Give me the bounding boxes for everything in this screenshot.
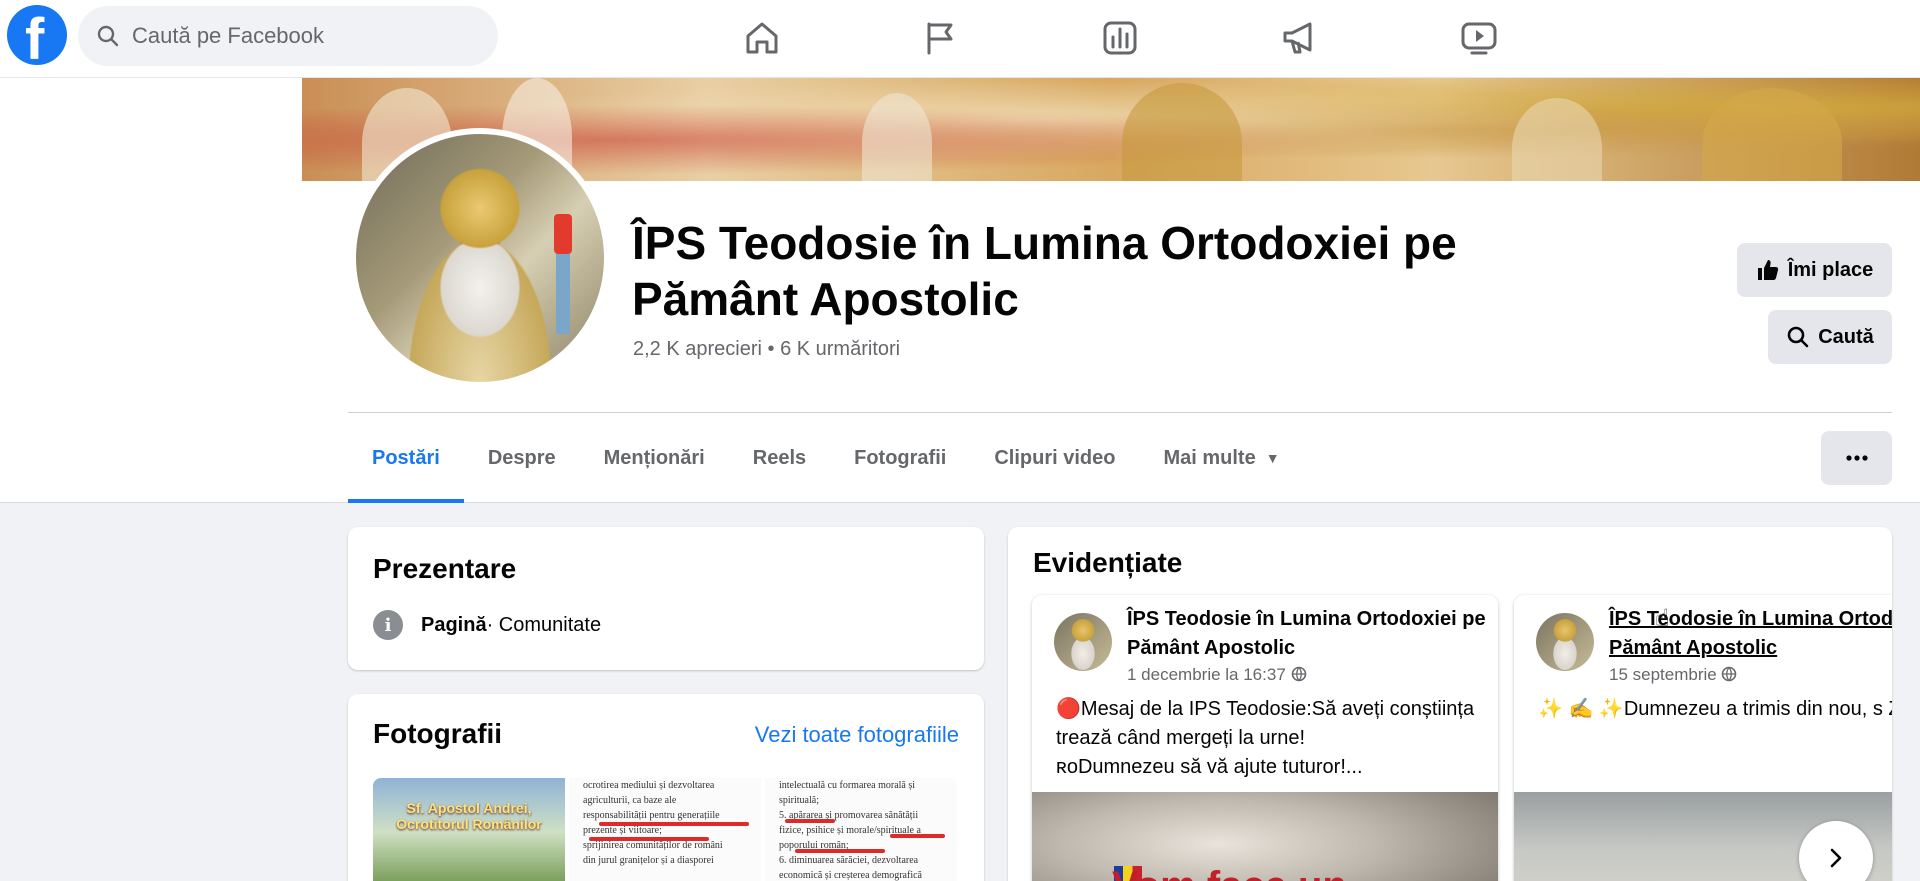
chevron-right-icon bbox=[1830, 848, 1842, 868]
photo-thumbnail[interactable]: Sf. Apostol Andrei, Ocrotitorul Românilo… bbox=[373, 778, 565, 881]
flag-icon[interactable] bbox=[885, 10, 995, 66]
megaphone-icon[interactable] bbox=[1245, 10, 1355, 66]
photos-card: Fotografii Vezi toate fotografiile Sf. A… bbox=[348, 694, 984, 881]
page-category: i Pagină · Comunitate bbox=[373, 610, 601, 640]
tab-reels[interactable]: Reels bbox=[729, 413, 830, 503]
photo-thumbnail[interactable]: intelectuală cu formarea morală și spiri… bbox=[765, 778, 957, 881]
post-image-text: Vom face un bbox=[1112, 864, 1432, 881]
page-category-label: · Comunitate bbox=[486, 613, 602, 636]
intro-title: Prezentare bbox=[373, 553, 517, 584]
search-box[interactable] bbox=[78, 6, 498, 66]
tab-about[interactable]: Despre bbox=[464, 413, 580, 503]
page-header: ÎPS Teodosie în Lumina Ortodoxiei pe Păm… bbox=[0, 78, 1920, 503]
see-all-photos-link[interactable]: Vezi toate fotografiile bbox=[755, 722, 959, 748]
post-text: 🔴Mesaj de la IPS Teodosie:Să aveți conșt… bbox=[1056, 698, 1475, 778]
tab-mentions[interactable]: Menționări bbox=[580, 413, 729, 503]
like-page-label: Îmi place bbox=[1787, 258, 1874, 281]
page-tabs: Postări Despre Menționări Reels Fotograf… bbox=[348, 413, 1304, 503]
highlighted-post[interactable]: ÎPS Teodosie în Lumina Ortodoxiei pe Păm… bbox=[1032, 595, 1498, 881]
photo-thumbnail[interactable]: ocrotirea mediului și dezvoltarea agricu… bbox=[569, 778, 761, 881]
post-date[interactable]: 15 septembrie bbox=[1609, 665, 1737, 685]
ellipsis-icon bbox=[1845, 455, 1868, 461]
post-date[interactable]: 1 decembrie la 16:37 bbox=[1127, 665, 1307, 685]
like-page-button[interactable]: Îmi place bbox=[1737, 243, 1892, 297]
tab-videos[interactable]: Clipuri video bbox=[970, 413, 1139, 503]
page-title: ÎPS Teodosie în Lumina Ortodoxiei pe Păm… bbox=[632, 217, 1457, 325]
caret-down-icon: ▼ bbox=[1265, 450, 1280, 466]
top-navigation-bar: f bbox=[0, 0, 1920, 78]
post-author[interactable]: ÎPS Teodosie în Lumina Ortodoxiei pe Păm… bbox=[1127, 605, 1487, 663]
tab-posts[interactable]: Postări bbox=[348, 413, 464, 503]
insights-icon[interactable] bbox=[1065, 10, 1175, 66]
facebook-logo[interactable]: f bbox=[7, 5, 67, 65]
page-stats[interactable]: 2,2 K aprecieri • 6 K urmăritori bbox=[633, 338, 900, 361]
search-input[interactable] bbox=[132, 6, 482, 66]
page-type: Pagină bbox=[421, 613, 487, 636]
page-profile-picture[interactable] bbox=[350, 128, 610, 388]
globe-icon bbox=[1291, 666, 1306, 682]
avatar[interactable] bbox=[1054, 613, 1112, 671]
avatar[interactable] bbox=[1536, 613, 1594, 671]
more-options-button[interactable] bbox=[1821, 431, 1892, 485]
highlights-title: Evidențiate bbox=[1033, 547, 1183, 578]
search-icon bbox=[97, 25, 119, 47]
globe-icon bbox=[1722, 666, 1737, 682]
highlights-card: Evidențiate ÎPS Teodosie în Lumina Ortod… bbox=[1008, 527, 1892, 881]
document-text: intelectuală cu formarea morală și spiri… bbox=[779, 780, 922, 881]
search-page-label: Caută bbox=[1818, 325, 1874, 348]
post-author[interactable]: ÎPS Teodosie în Lumina Ortodoxiei pe Păm… bbox=[1609, 605, 1892, 663]
tab-photos[interactable]: Fotografii bbox=[830, 413, 970, 503]
info-icon: i bbox=[373, 610, 403, 640]
post-text: ✨ ✍️ ✨Dumnezeu a trimis din nou, s ZIUA … bbox=[1538, 698, 1892, 720]
hand-cursor-icon: ☝ bbox=[1655, 605, 1670, 632]
photos-title: Fotografii bbox=[373, 718, 503, 749]
post-image[interactable]: Vom face un bbox=[1032, 792, 1498, 881]
search-page-button[interactable]: Caută bbox=[1768, 310, 1892, 364]
thumbs-up-icon bbox=[1757, 260, 1778, 280]
home-icon[interactable] bbox=[707, 10, 817, 66]
photo-caption: Sf. Apostol Andrei, Ocrotitorul Românilo… bbox=[396, 800, 542, 832]
search-icon bbox=[1787, 326, 1809, 348]
intro-card: Prezentare i Pagină · Comunitate bbox=[348, 527, 984, 670]
video-icon[interactable] bbox=[1424, 10, 1534, 66]
tab-more[interactable]: Mai multe ▼ bbox=[1139, 413, 1303, 503]
